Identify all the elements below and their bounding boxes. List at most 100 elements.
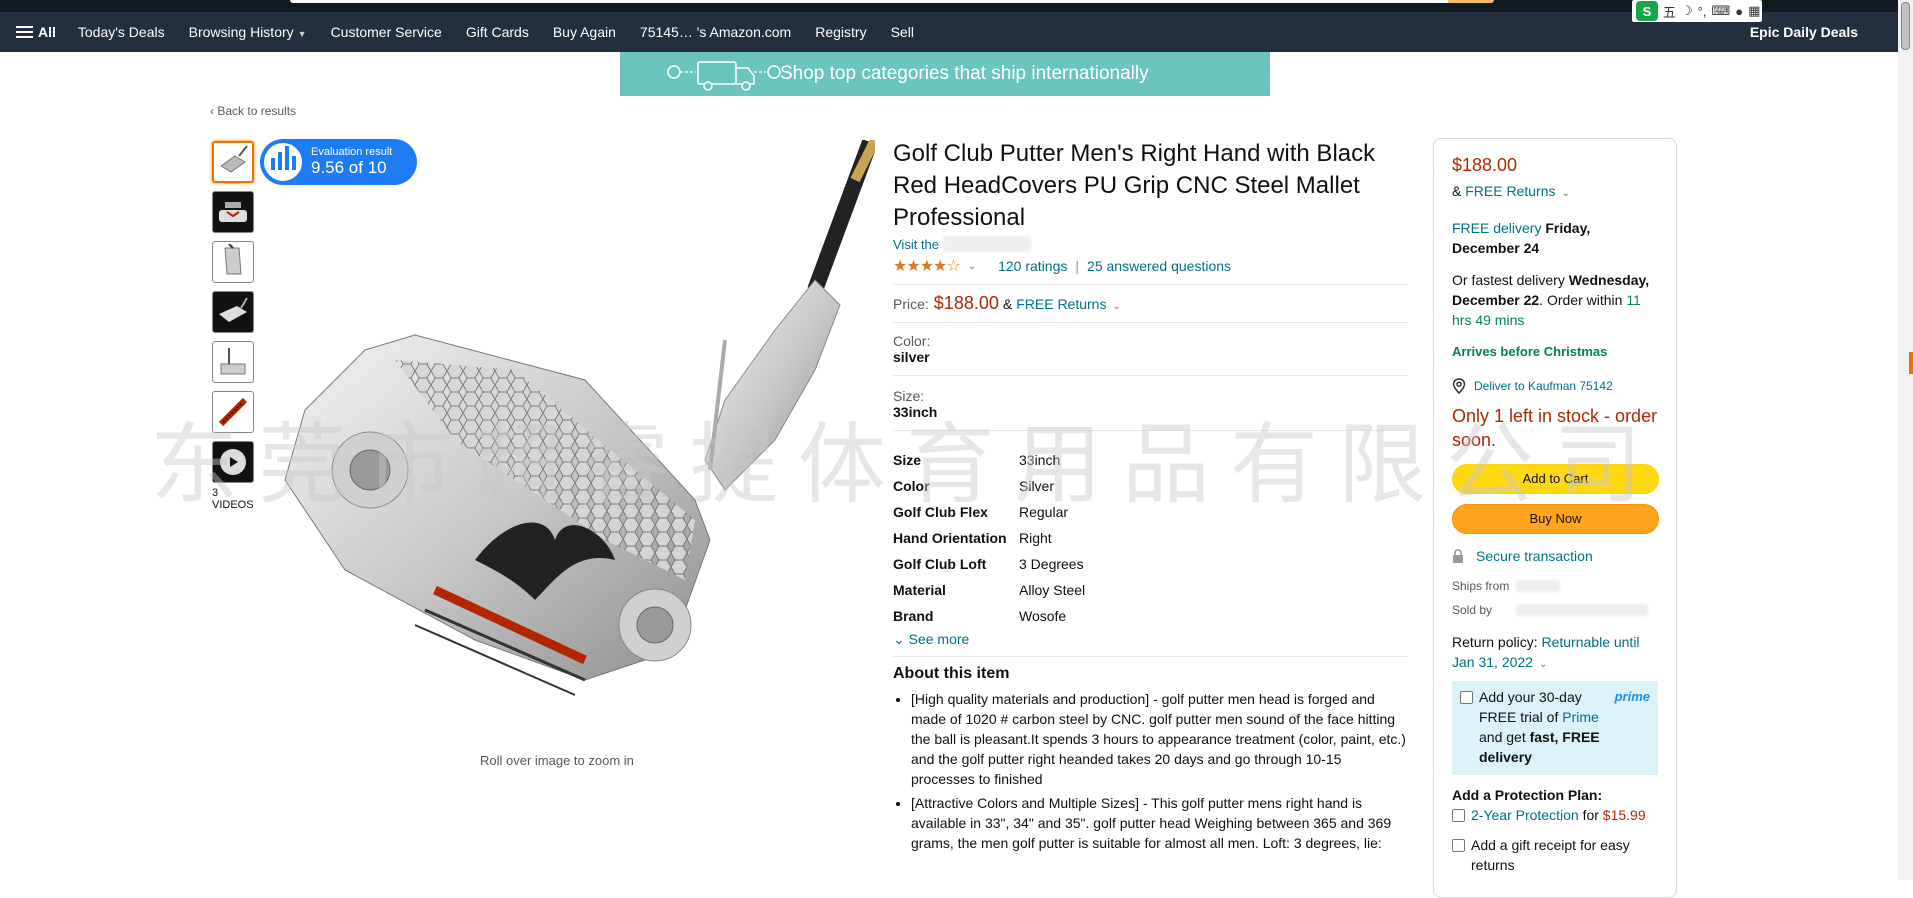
about-bullet: [High quality materials and production] … bbox=[911, 689, 1408, 789]
nav-browsing-history[interactable]: Browsing History ▼ bbox=[189, 24, 307, 40]
buy-box: $188.00 & FREE Returns ⌄ FREE delivery Fr… bbox=[1433, 138, 1677, 898]
prime-link[interactable]: Prime bbox=[1562, 709, 1599, 725]
product-details: Golf Club Putter Men's Right Hand with B… bbox=[893, 138, 1408, 857]
thumbnail-3[interactable] bbox=[212, 241, 254, 283]
spec-key: Hand Orientation bbox=[893, 530, 1007, 546]
prime-logo-icon: prime bbox=[1614, 689, 1650, 704]
divider bbox=[893, 430, 1408, 431]
punctuation-icon[interactable]: °, bbox=[1698, 4, 1707, 19]
gift-receipt-option: Add a gift receipt for easy returns bbox=[1452, 835, 1658, 875]
ratings-link[interactable]: 120 ratings bbox=[998, 258, 1067, 274]
nav-customer-service[interactable]: Customer Service bbox=[331, 24, 442, 40]
chevron-down-icon: ⌄ bbox=[893, 631, 909, 647]
spec-row: Size 33inch bbox=[893, 447, 1408, 473]
thumbnail-5[interactable] bbox=[212, 341, 254, 383]
protection-for: for bbox=[1582, 807, 1599, 823]
video-thumbnail[interactable] bbox=[212, 441, 254, 483]
search-bar-edge[interactable] bbox=[290, 0, 1450, 3]
nav-sell[interactable]: Sell bbox=[891, 24, 914, 40]
evaluation-label: Evaluation result bbox=[311, 146, 393, 158]
banner-text: Shop top categories that ship internatio… bbox=[780, 63, 1149, 84]
chevron-down-icon[interactable]: ⌄ bbox=[968, 261, 976, 272]
protection-price: $15.99 bbox=[1602, 807, 1646, 823]
spec-key: Color bbox=[893, 478, 930, 494]
protection-title: Add a Protection Plan: bbox=[1452, 787, 1603, 803]
sold-by-redacted[interactable] bbox=[1516, 604, 1648, 616]
protection-option: 2-Year Protection for $15.99 bbox=[1452, 805, 1658, 825]
star-rating-icon[interactable]: ★★★★☆ bbox=[893, 256, 961, 276]
spec-value: Right bbox=[1019, 530, 1052, 546]
moon-icon[interactable]: ☽ bbox=[1681, 3, 1693, 19]
nav-registry[interactable]: Registry bbox=[815, 24, 866, 40]
divider bbox=[893, 284, 1408, 285]
fastest-prefix: Or fastest delivery bbox=[1452, 272, 1565, 288]
about-title: About this item bbox=[893, 665, 1010, 682]
nav-user-amazon[interactable]: 75145… 's Amazon.com bbox=[640, 24, 791, 40]
add-to-cart-button[interactable]: Add to Cart bbox=[1452, 464, 1659, 494]
nav-buy-again[interactable]: Buy Again bbox=[553, 24, 616, 40]
deliver-to-label: Deliver to Kaufman 75142 bbox=[1474, 379, 1613, 393]
divider bbox=[893, 656, 1408, 657]
free-delivery-link[interactable]: FREE delivery bbox=[1452, 220, 1541, 236]
evaluation-badge[interactable]: Evaluation result 9.56 of 10 bbox=[260, 139, 417, 185]
chevron-down-icon[interactable]: ⌄ bbox=[1539, 659, 1547, 670]
zoom-hint: Roll over image to zoom in bbox=[480, 753, 634, 768]
spec-key: Material bbox=[893, 582, 946, 598]
protection-link[interactable]: 2-Year Protection bbox=[1471, 805, 1579, 825]
divider bbox=[893, 322, 1408, 323]
gift-receipt-label: Add a gift receipt for easy returns bbox=[1471, 837, 1630, 873]
nav-todays-deals[interactable]: Today's Deals bbox=[78, 24, 165, 40]
spec-row: Material Alloy Steel bbox=[893, 577, 1408, 603]
search-button-edge[interactable] bbox=[1448, 0, 1494, 3]
buy-now-button[interactable]: Buy Now bbox=[1452, 504, 1659, 534]
spec-key: Golf Club Flex bbox=[893, 504, 988, 520]
stock-status: Only 1 left in stock - order soon. bbox=[1452, 406, 1658, 450]
spec-table: Size 33inch Color Silver Golf Club Flex Reg… bbox=[893, 447, 1408, 629]
main-product-image[interactable] bbox=[255, 137, 880, 740]
product-title: Golf Club Putter Men's Right Hand with B… bbox=[893, 140, 1376, 231]
thumbnail-6[interactable] bbox=[212, 391, 254, 433]
ime-mode[interactable]: 五 bbox=[1663, 2, 1676, 21]
gift-receipt-checkbox[interactable] bbox=[1452, 839, 1465, 852]
page-scrollbar[interactable] bbox=[1898, 0, 1913, 880]
store-name-redacted bbox=[942, 236, 1031, 252]
thumbnail-2[interactable] bbox=[212, 191, 254, 233]
videos-count-label[interactable]: 3 VIDEOS bbox=[212, 487, 256, 511]
grid-icon[interactable]: ▦ bbox=[1748, 3, 1760, 19]
price-label: Price: bbox=[893, 296, 929, 312]
nav-promo-link[interactable]: Epic Daily Deals bbox=[1750, 24, 1858, 40]
location-pin-icon bbox=[1452, 378, 1466, 394]
size-selector[interactable]: Size: 33inch bbox=[893, 388, 1408, 420]
prime-text-2: and get bbox=[1479, 729, 1526, 745]
ime-toolbar[interactable]: S 五 ☽ °, ⌨ ● ▦ bbox=[1632, 0, 1762, 22]
return-policy: Return policy: Returnable until Jan 31, … bbox=[1452, 632, 1658, 675]
ime-logo-icon: S bbox=[1636, 1, 1658, 21]
back-to-results-link[interactable]: ‹ Back to results bbox=[210, 104, 296, 118]
side-feedback-tab[interactable] bbox=[1909, 352, 1913, 374]
see-more-link[interactable]: ⌄ See more bbox=[893, 631, 1408, 648]
protection-checkbox[interactable] bbox=[1452, 809, 1465, 822]
answered-questions-link[interactable]: 25 answered questions bbox=[1087, 258, 1231, 274]
ships-from-redacted bbox=[1516, 580, 1560, 592]
visit-store-link[interactable]: Visit the bbox=[893, 236, 1408, 252]
about-section: About this item [High quality materials … bbox=[893, 665, 1408, 853]
thumbnail-1[interactable] bbox=[212, 141, 254, 183]
play-icon bbox=[220, 449, 246, 475]
deliver-to-link[interactable]: Deliver to Kaufman 75142 bbox=[1452, 376, 1658, 396]
keyboard-icon[interactable]: ⌨ bbox=[1711, 3, 1730, 19]
nav-gift-cards[interactable]: Gift Cards bbox=[466, 24, 529, 40]
spec-key: Size bbox=[893, 452, 922, 468]
free-returns-link[interactable]: FREE Returns bbox=[1016, 296, 1106, 312]
ships-from-row: Ships from bbox=[1452, 576, 1658, 596]
user-icon[interactable]: ● bbox=[1735, 4, 1743, 19]
buybox-free-returns-link[interactable]: FREE Returns bbox=[1465, 183, 1555, 199]
all-menu-button[interactable]: All bbox=[16, 24, 56, 40]
scrollbar-thumb[interactable] bbox=[1901, 2, 1910, 50]
secure-label: Secure transaction bbox=[1476, 548, 1593, 564]
thumbnail-4[interactable] bbox=[212, 291, 254, 333]
prime-trial-checkbox[interactable] bbox=[1460, 691, 1473, 704]
secure-transaction-link[interactable]: Secure transaction bbox=[1452, 546, 1658, 566]
chevron-down-icon[interactable]: ⌄ bbox=[1561, 188, 1569, 199]
chevron-down-icon[interactable]: ⌄ bbox=[1112, 301, 1120, 312]
international-banner[interactable]: Shop top categories that ship internatio… bbox=[620, 52, 1270, 96]
